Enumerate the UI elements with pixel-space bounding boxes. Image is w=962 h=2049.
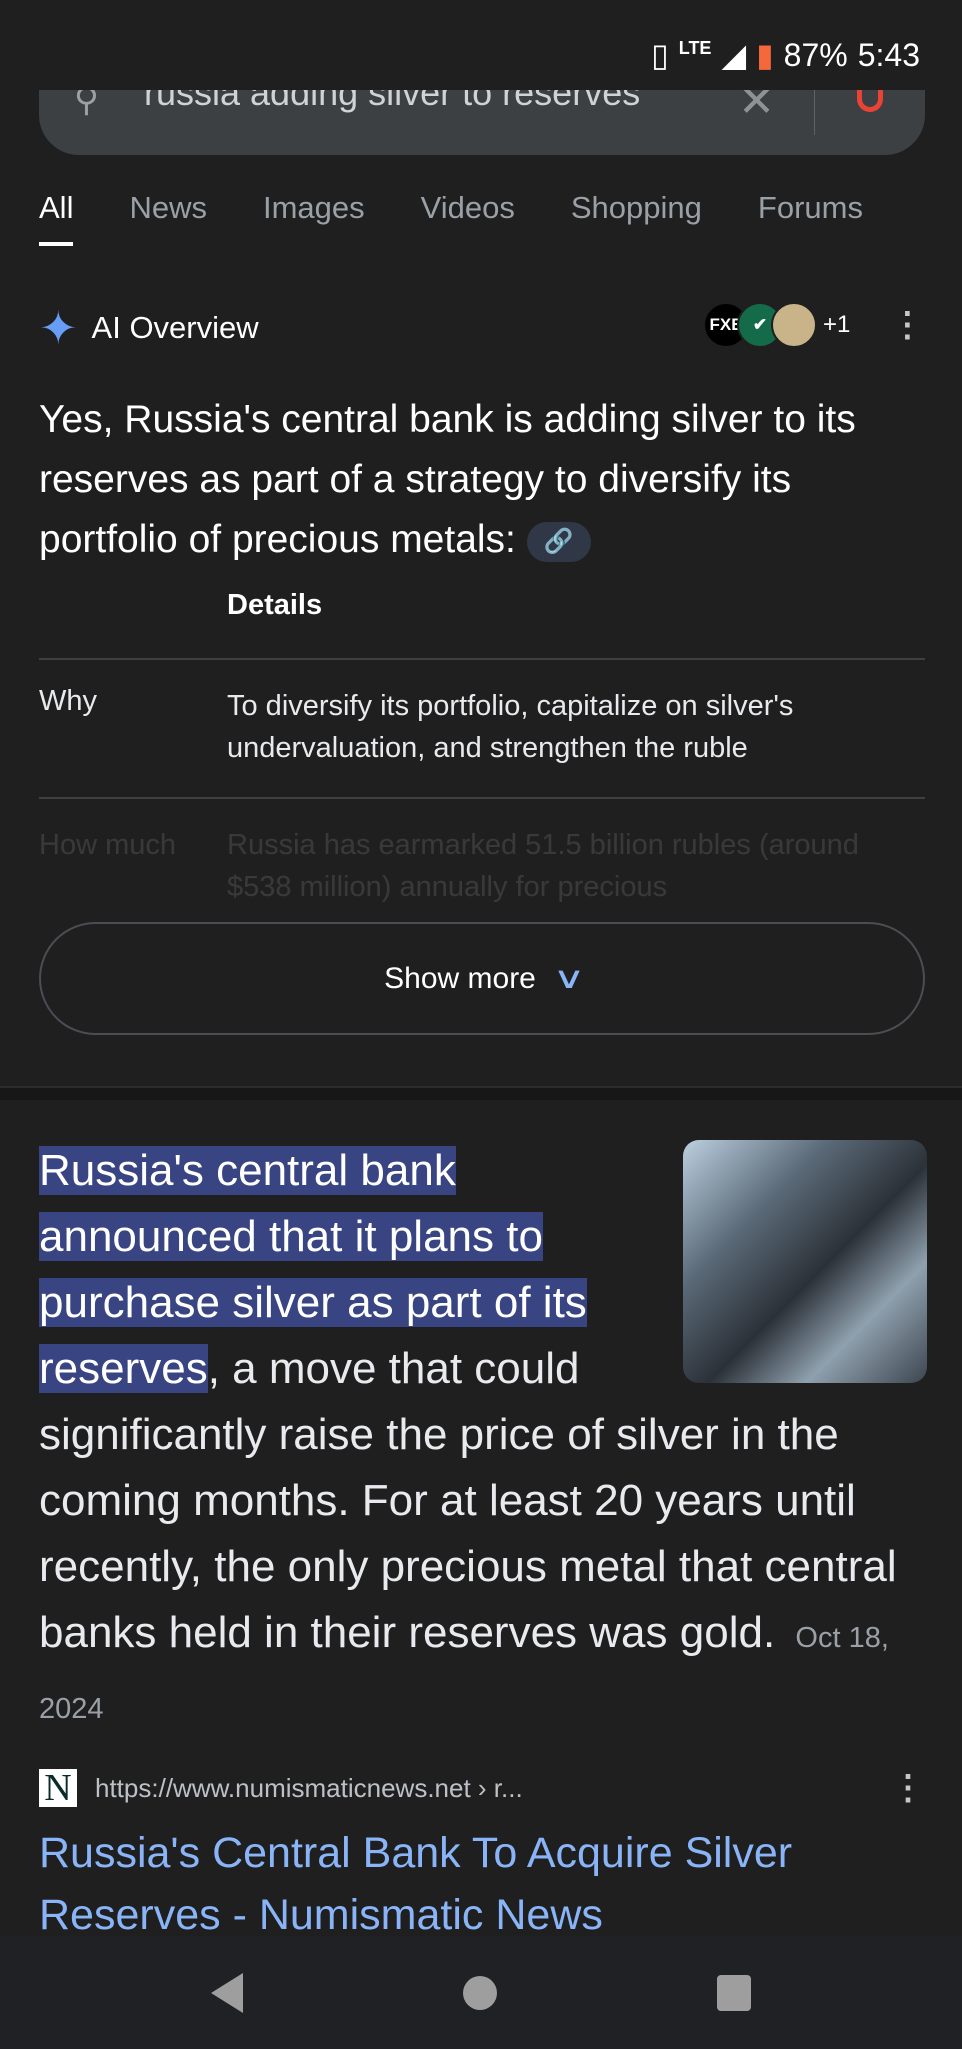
tab-images[interactable]: Images	[263, 190, 365, 246]
show-more-label: Show more	[384, 961, 536, 995]
search-icon: ⚲	[74, 90, 99, 119]
table-header: Details	[39, 580, 925, 660]
source-url[interactable]: https://www.numismaticnews.net › r...	[95, 1773, 523, 1804]
vibrate-icon: ▯	[651, 37, 669, 73]
more-sources-count: +1	[823, 311, 851, 338]
tab-shopping[interactable]: Shopping	[571, 190, 702, 246]
coin-favicon	[771, 302, 817, 348]
sparkle-icon: ✦	[39, 302, 78, 354]
navigation-bar	[0, 1936, 962, 2049]
network-type: LTE	[678, 37, 712, 58]
status-bar: ▯ LTE ◢ ▮ 87% 5:43	[651, 30, 920, 80]
home-icon[interactable]	[463, 1975, 497, 2010]
details-table: Details Why To diversify its portfolio, …	[39, 580, 925, 936]
numismatic-news-logo: N	[39, 1769, 77, 1807]
source-favicons[interactable]: FXE ✔ +1 ⋮	[703, 302, 924, 348]
battery-icon: ▮	[756, 37, 774, 73]
section-divider	[0, 1086, 962, 1100]
tab-videos[interactable]: Videos	[421, 190, 515, 246]
mic-icon[interactable]	[857, 90, 883, 112]
tab-all[interactable]: All	[39, 190, 74, 246]
signal-icon: ◢	[721, 37, 747, 73]
ai-overview-title: AI Overview	[91, 310, 259, 345]
row-value: Russia has earmarked 51.5 billion rubles…	[227, 829, 859, 903]
show-more-button[interactable]: Show more ∨	[39, 922, 925, 1035]
more-options-icon[interactable]: ⋮	[890, 305, 924, 345]
more-options-icon[interactable]: ⋮	[891, 1768, 925, 1808]
table-row: How much Russia has earmarked 51.5 billi…	[39, 799, 925, 936]
chevron-down-icon: ∨	[552, 962, 586, 995]
ai-overview-intro: Yes, Russia's central bank is adding sil…	[39, 390, 919, 570]
clear-icon[interactable]: ✕	[738, 90, 775, 127]
link-icon[interactable]: 🔗	[526, 521, 591, 562]
back-icon[interactable]	[211, 1972, 243, 2013]
tab-news[interactable]: News	[129, 190, 207, 246]
row-key: Why	[39, 685, 97, 717]
search-input[interactable]: russia adding silver to reserves	[144, 90, 640, 114]
recents-icon[interactable]	[717, 1974, 751, 2011]
battery-level: 87%	[783, 36, 848, 73]
divider	[814, 90, 815, 135]
silver-bars-thumbnail[interactable]	[683, 1140, 927, 1383]
search-tabs: All News Images Videos Shopping Forums	[39, 190, 962, 246]
result-title-link[interactable]: Russia's Central Bank To Acquire Silver …	[39, 1822, 919, 1946]
result-source[interactable]: N https://www.numismaticnews.net › r... …	[39, 1768, 925, 1808]
tab-forums[interactable]: Forums	[758, 190, 863, 246]
ai-overview-header: ✦ AI Overview	[39, 305, 259, 351]
search-bar[interactable]: ⚲ russia adding silver to reserves ✕	[39, 90, 925, 155]
table-row: Why To diversify its portfolio, capitali…	[39, 660, 925, 799]
intro-text: Yes, Russia's central bank is adding sil…	[39, 398, 856, 561]
clock: 5:43	[857, 36, 920, 73]
row-value: To diversify its portfolio, capitalize o…	[227, 690, 794, 764]
row-key: How much	[39, 829, 176, 861]
